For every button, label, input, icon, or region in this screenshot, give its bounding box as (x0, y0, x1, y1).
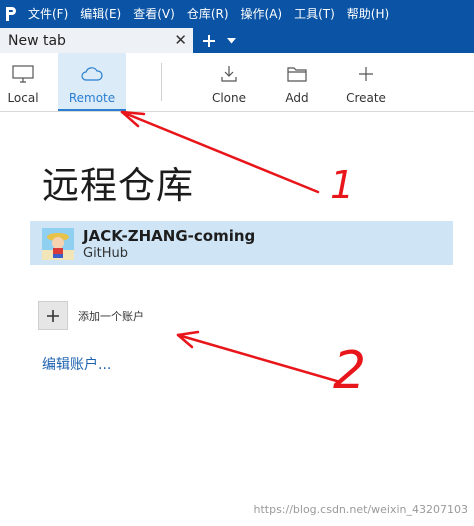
menu-edit[interactable]: 编辑(E) (74, 0, 127, 28)
cloud-icon (80, 63, 104, 85)
account-host: GitHub (83, 246, 129, 261)
tab-label: New tab (8, 32, 66, 49)
add-account-label[interactable]: 添加一个账户 (78, 308, 144, 324)
plus-icon (47, 309, 59, 322)
clone-label: Clone (211, 91, 247, 105)
local-button[interactable]: Local (0, 53, 46, 111)
menu-repository[interactable]: 仓库(R) (181, 0, 235, 28)
plus-icon (358, 63, 374, 85)
close-icon[interactable]: ✕ (174, 32, 187, 48)
toolbar: Local Remote Clone Add Create (0, 53, 474, 112)
toolbar-divider (161, 63, 162, 101)
watermark: https://blog.csdn.net/weixin_43207103 (253, 503, 468, 516)
remote-label: Remote (68, 91, 116, 105)
add-account-button[interactable] (38, 301, 68, 330)
account-row[interactable]: JACK-ZHANG-coming GitHub (30, 221, 453, 265)
annotation-label-1: 1 (330, 163, 354, 207)
folder-icon (287, 63, 307, 85)
page-title: 远程仓库 (42, 164, 194, 207)
menu-file[interactable]: 文件(F) (22, 0, 74, 28)
monitor-icon (12, 63, 34, 85)
add-tab-icon[interactable] (197, 28, 221, 53)
clone-button[interactable]: Clone (206, 53, 252, 111)
menu-view[interactable]: 查看(V) (127, 0, 181, 28)
menu-actions[interactable]: 操作(A) (235, 0, 289, 28)
menu-help[interactable]: 帮助(H) (341, 0, 395, 28)
account-name: JACK-ZHANG-coming (83, 227, 256, 245)
tab-new-tab[interactable]: New tab ✕ (0, 28, 193, 53)
chevron-down-icon[interactable] (221, 28, 241, 53)
menu-tools[interactable]: 工具(T) (288, 0, 341, 28)
edit-accounts-link[interactable]: 编辑账户... (42, 354, 111, 374)
avatar (42, 228, 74, 260)
add-button[interactable]: Add (276, 53, 318, 111)
annotation-arrow-2 (176, 330, 342, 384)
remote-button[interactable]: Remote (58, 53, 126, 111)
add-label: Add (285, 91, 309, 105)
app-logo-icon (0, 0, 22, 28)
create-button[interactable]: Create (340, 53, 392, 111)
menu-bar: 文件(F) 编辑(E) 查看(V) 仓库(R) 操作(A) 工具(T) 帮助(H… (0, 0, 474, 28)
create-label: Create (346, 91, 386, 105)
download-icon (220, 63, 238, 85)
local-label: Local (7, 91, 39, 105)
annotation-label-2: 2 (333, 341, 366, 401)
tab-bar: New tab ✕ (0, 28, 474, 53)
